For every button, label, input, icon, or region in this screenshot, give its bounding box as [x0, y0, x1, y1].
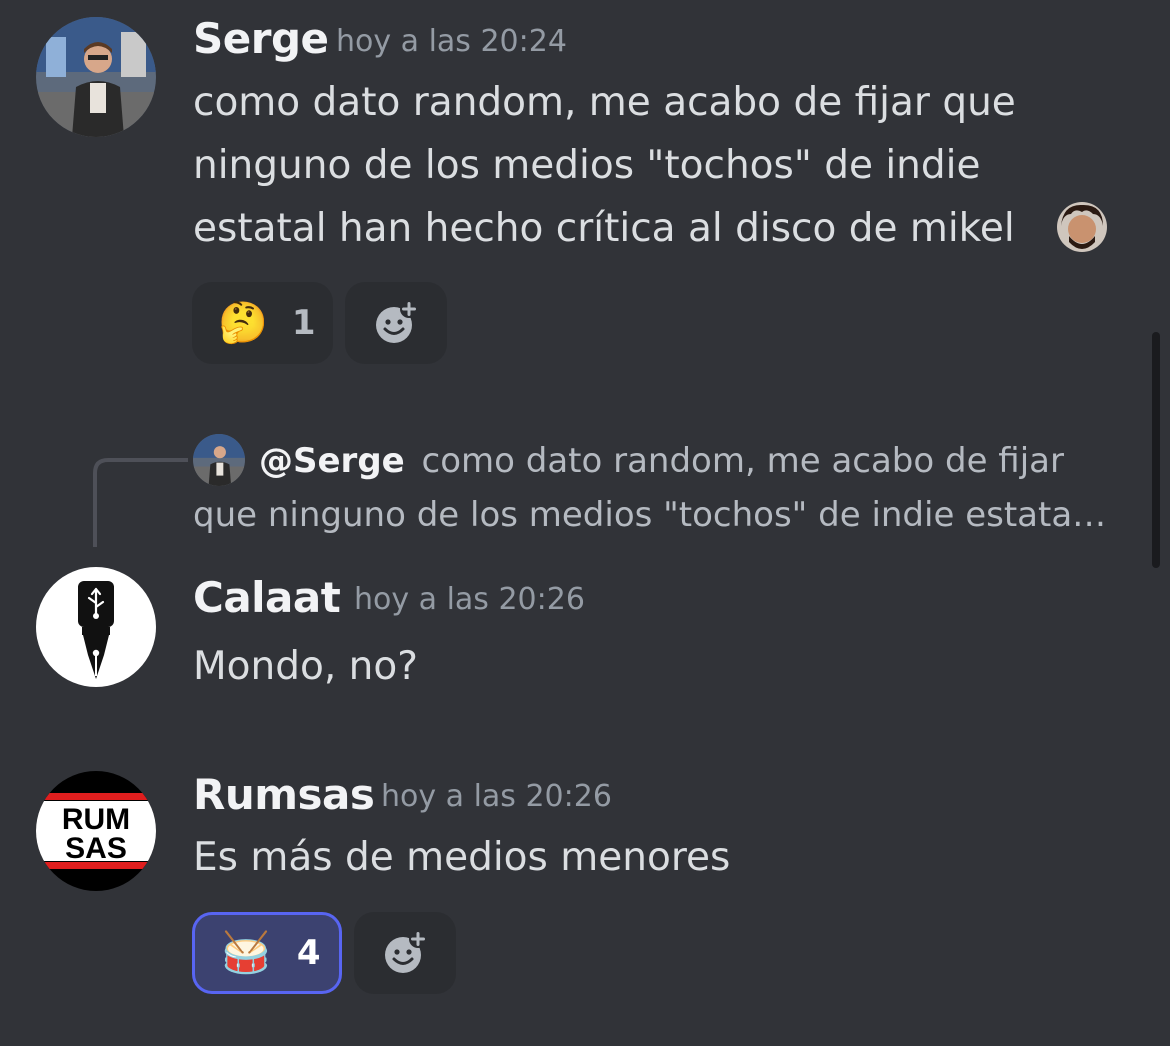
custom-emoji-icon — [1057, 202, 1107, 252]
calaat-author-name[interactable]: Calaat — [193, 573, 341, 622]
add-reaction-button[interactable] — [345, 282, 447, 364]
reaction-count: 1 — [291, 303, 316, 343]
calaat-timestamp: hoy a las 20:26 — [354, 582, 585, 617]
usb-pen-icon — [78, 581, 114, 679]
avatar-photo — [36, 17, 156, 137]
rumsas-logo: RUM SAS — [36, 793, 156, 869]
chat-message-list: Serge hoy a las 20:24 como dato random, … — [0, 0, 1170, 1046]
reply-snippet-1: como dato random, me acabo de fijar — [421, 441, 1064, 481]
serge-avatar[interactable] — [36, 17, 156, 137]
rumsas-timestamp: hoy a las 20:26 — [381, 779, 612, 814]
calaat-message-line-1: Mondo, no? — [193, 644, 418, 689]
serge-message-line-1: como dato random, me acabo de fijar que — [193, 80, 1016, 125]
serge-author-name[interactable]: Serge — [193, 14, 329, 63]
serge-message-line-3: estatal han hecho crítica al disco de mi… — [193, 206, 1015, 251]
reaction-emoji: 🤔 — [218, 300, 268, 346]
reply-mention[interactable]: @Serge — [259, 441, 405, 481]
scrollbar-thumb[interactable] — [1152, 332, 1160, 568]
calaat-avatar[interactable] — [36, 567, 156, 687]
rumsas-avatar[interactable]: RUM SAS — [36, 771, 156, 891]
rumsas-message-line-1: Es más de medios menores — [193, 835, 731, 880]
reaction-drum[interactable]: 🥁 4 — [192, 912, 342, 994]
rumsas-author-name[interactable]: Rumsas — [193, 770, 375, 819]
reply-avatar — [193, 434, 245, 486]
serge-message-line-2: ninguno de los medios "tochos" de indie — [193, 143, 981, 188]
avatar-text-line-2: SAS — [65, 832, 127, 865]
add-reaction-icon — [376, 300, 418, 343]
reaction-thinking[interactable]: 🤔 1 — [192, 282, 333, 364]
reply-preview-line-1[interactable]: @Serge como dato random, me acabo de fij… — [259, 434, 1064, 488]
add-reaction-icon — [385, 930, 427, 973]
reply-snippet-2[interactable]: que ninguno de los medios "tochos" de in… — [193, 488, 1106, 542]
reaction-emoji: 🥁 — [221, 930, 271, 976]
reply-spine — [93, 458, 188, 547]
serge-timestamp: hoy a las 20:24 — [336, 24, 567, 59]
add-reaction-button[interactable] — [354, 912, 456, 994]
reaction-count: 4 — [296, 933, 321, 973]
